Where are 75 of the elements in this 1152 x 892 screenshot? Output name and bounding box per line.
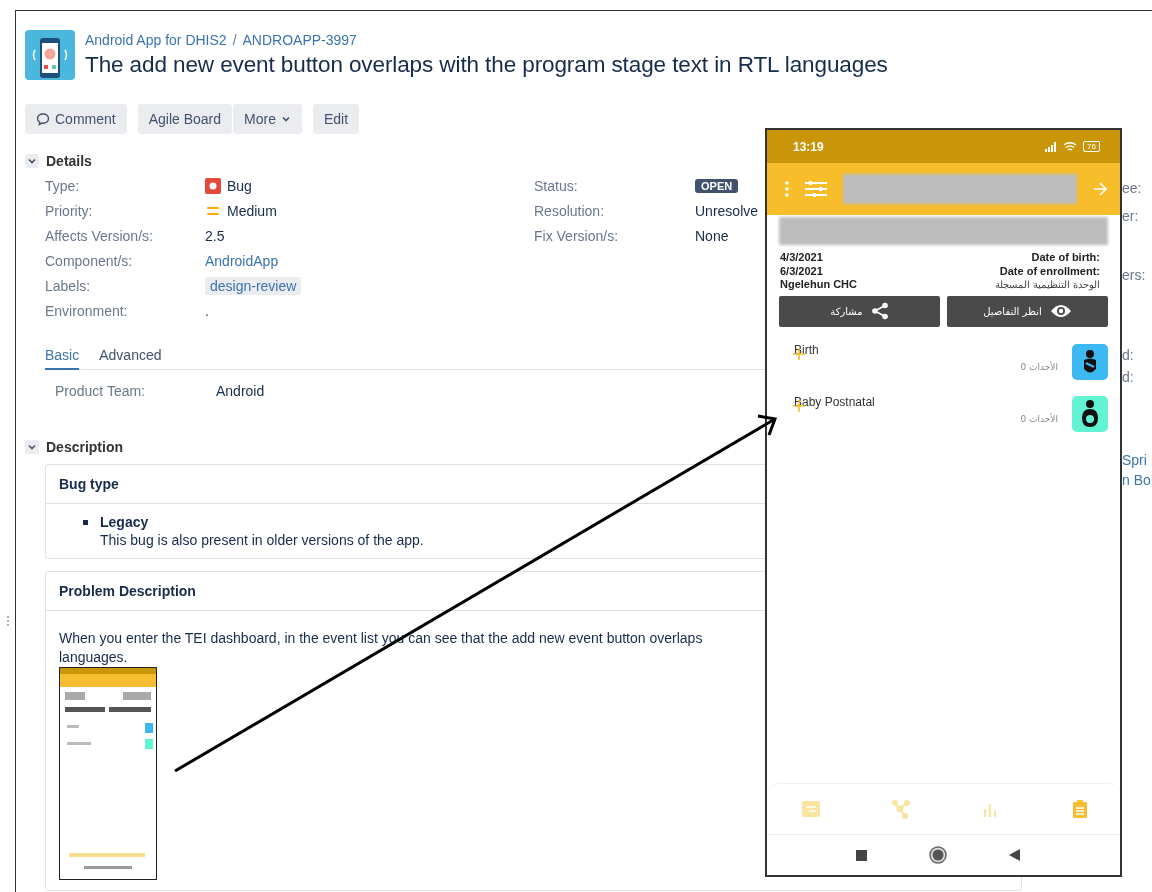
field-label: Fix Version/s:: [534, 227, 620, 244]
event-count: 0 الأحداث: [1020, 413, 1058, 424]
phone-screenshot-drawing[interactable]: [59, 667, 157, 880]
issue-title: The add new event button overlaps with the program stage text in RTL languages: [85, 52, 888, 78]
info-label: الوحدة التنظيمية المسجلة: [995, 278, 1100, 292]
section-heading[interactable]: Description: [46, 439, 123, 455]
info-value: Ngelehun CHC: [780, 278, 857, 292]
more-dropdown-button[interactable]: More: [233, 104, 302, 134]
field-label: Product Team:: [55, 383, 146, 399]
status-time: 13:19: [793, 139, 824, 154]
info-value: 6/3/2021: [780, 264, 824, 278]
field-value: 2.5: [205, 227, 225, 244]
home-circle-icon: [929, 846, 947, 864]
field-value: Bug: [227, 177, 252, 194]
wifi-icon: [1063, 141, 1078, 152]
field-label: Status:: [534, 177, 579, 194]
tab[interactable]: Advanced: [99, 347, 162, 369]
field-label: d:: [1122, 347, 1135, 363]
battery-level: 76: [1083, 141, 1100, 152]
field-label: d:: [1122, 369, 1135, 385]
issue-key-link[interactable]: ANDROAPP-3997: [242, 32, 357, 48]
share-icon: [870, 302, 889, 320]
field-label: ee:: [1122, 180, 1143, 196]
breadcrumb-separator: /: [232, 32, 237, 48]
field-label: Priority:: [45, 202, 94, 219]
field-label: Resolution:: [534, 202, 606, 219]
info-label: Date of enrollment:: [999, 264, 1100, 278]
toolbar-button[interactable]: Comment: [25, 104, 127, 134]
section-heading[interactable]: Details: [46, 153, 92, 169]
component-link[interactable]: AndroidApp: [205, 252, 279, 269]
field-label: er:: [1122, 208, 1140, 224]
caret-icon: [281, 114, 291, 124]
field-value: Medium: [227, 202, 277, 219]
project-link[interactable]: Android App for DHIS2: [85, 32, 227, 48]
field-label: n Bo: [1122, 472, 1152, 488]
program-stage-name[interactable]: Baby Postnatal: [794, 394, 875, 409]
field-value: None: [695, 227, 729, 244]
field-label: Affects Version/s:: [45, 227, 154, 244]
tab[interactable]: Basic: [45, 347, 80, 370]
notes-icon[interactable]: [801, 799, 821, 819]
signal-icon: [1045, 141, 1058, 152]
network-icon[interactable]: [890, 799, 911, 819]
eye-icon: [1049, 304, 1072, 318]
bullet-icon: [83, 520, 88, 525]
share-button[interactable]: مشاركة: [779, 295, 940, 327]
project-avatar-icon: [25, 30, 75, 80]
toolbar-button[interactable]: Agile Board: [137, 104, 233, 134]
field-label: Environment:: [45, 302, 129, 319]
resize-handle-icon: [6, 615, 10, 627]
field-label: ers:: [1122, 267, 1147, 283]
field-label: Type:: [45, 177, 81, 194]
back-triangle-icon: [1009, 849, 1021, 861]
info-value: 4/3/2021: [780, 251, 824, 265]
list-item-text: This bug is also present in older versions of the app.: [100, 532, 424, 548]
field-label: Labels:: [45, 277, 92, 294]
event-count: 0 الأحداث: [1020, 361, 1058, 372]
status-badge: OPEN: [695, 178, 739, 193]
field-label: Component/s:: [45, 252, 134, 269]
arrow-right-icon: [1093, 182, 1107, 196]
toolbar-button[interactable]: Edit: [313, 104, 360, 134]
bug-type-icon: [205, 177, 221, 194]
field-label: Spri: [1122, 452, 1148, 468]
view-details-button[interactable]: انظر التفاصيل: [947, 295, 1108, 327]
recents-square-icon: [856, 849, 867, 861]
more-vertical-icon: [785, 181, 789, 197]
program-stage-name[interactable]: Birth: [794, 342, 819, 357]
field-value: .: [205, 302, 209, 319]
comment-icon: [36, 112, 50, 126]
field-value: Unresolve: [695, 202, 759, 219]
paragraph-line: languages.: [59, 648, 129, 667]
info-label: Date of birth:: [1031, 251, 1100, 265]
label-tag[interactable]: design-review: [205, 276, 302, 295]
filter-icon: [805, 181, 827, 197]
field-value: Android: [216, 383, 265, 399]
list-item-title: Legacy: [100, 514, 150, 530]
